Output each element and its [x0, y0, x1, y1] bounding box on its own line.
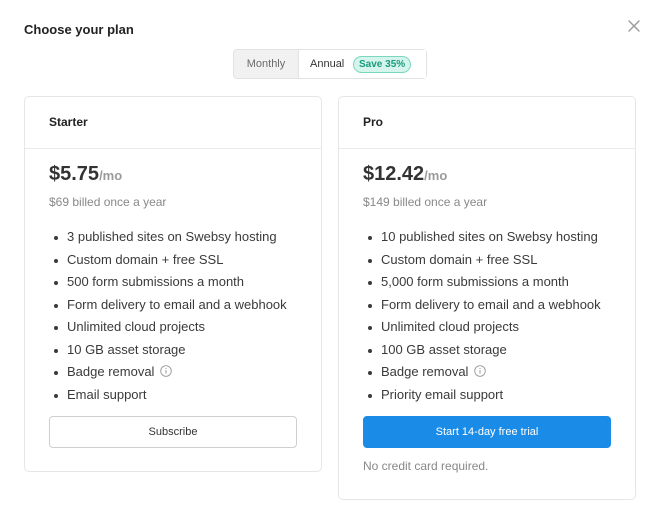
feature-label: Form delivery to email and a webhook [67, 296, 287, 312]
plan-modal: Choose your plan Monthly Annual Save 35%… [0, 0, 660, 522]
modal-title: Choose your plan [24, 22, 134, 37]
price-amount: $5.75 [49, 163, 100, 185]
price-period: /mo [99, 168, 123, 183]
price-amount: $12.42 [363, 163, 425, 185]
feature-list: 10 published sites on Swebsy hosting Cus… [363, 229, 601, 409]
feature-item: Form delivery to email and a webhook [49, 297, 287, 320]
feature-item: 3 published sites on Swebsy hosting [49, 229, 287, 252]
feature-label: 10 published sites on Swebsy hosting [381, 229, 598, 244]
feature-item: Unlimited cloud projects [363, 319, 601, 342]
plan-card-pro: Pro $12.42/mo $149 billed once a year 10… [338, 96, 636, 500]
feature-label: 500 form submissions a month [67, 274, 245, 289]
feature-list: 3 published sites on Swebsy hosting Cust… [49, 229, 287, 409]
billing-option-annual[interactable]: Annual Save 35% [298, 50, 426, 78]
feature-label: Custom domain + free SSL [67, 251, 224, 267]
feature-label: Unlimited cloud projects [67, 319, 206, 334]
plan-name: Pro [339, 97, 635, 149]
subscribe-button[interactable]: Subscribe [49, 416, 297, 448]
feature-label: Badge removal [67, 364, 155, 379]
feature-item: Priority email support [363, 387, 601, 410]
start-trial-button[interactable]: Start 14-day free trial [363, 416, 611, 448]
price-period: /mo [424, 168, 448, 183]
feature-item: Custom domain + free SSL [363, 252, 601, 275]
feature-item: 10 GB asset storage [49, 342, 287, 365]
feature-label: 10 GB asset storage [67, 341, 186, 357]
feature-label: 5,000 form submissions a month [381, 274, 569, 289]
trial-note: No credit card required. [363, 459, 489, 473]
info-icon[interactable] [474, 365, 487, 377]
billing-option-annual-label: Annual [310, 58, 345, 70]
feature-label: 100 GB asset storage [381, 341, 507, 357]
info-icon[interactable] [160, 365, 173, 377]
savings-badge: Save 35% [353, 56, 412, 73]
feature-item: Custom domain + free SSL [49, 252, 287, 275]
feature-label: Priority email support [381, 386, 504, 402]
plan-name: Starter [25, 97, 321, 149]
billing-note: $149 billed once a year [363, 195, 488, 209]
feature-label: Email support [67, 386, 147, 402]
plan-price: $12.42/mo [363, 163, 447, 186]
feature-label: 3 published sites on Swebsy hosting [67, 229, 277, 244]
feature-item: Badge removal [363, 364, 601, 387]
close-icon[interactable] [624, 16, 644, 36]
feature-item: Badge removal [49, 364, 287, 387]
feature-label: Form delivery to email and a webhook [381, 296, 601, 312]
feature-item: Form delivery to email and a webhook [363, 297, 601, 320]
feature-label: Badge removal [381, 364, 469, 379]
plan-card-starter: Starter $5.75/mo $69 billed once a year … [24, 96, 322, 472]
feature-item: 500 form submissions a month [49, 274, 287, 297]
plan-price: $5.75/mo [49, 163, 122, 186]
feature-item: Unlimited cloud projects [49, 319, 287, 342]
feature-item: 10 published sites on Swebsy hosting [363, 229, 601, 252]
feature-label: Custom domain + free SSL [381, 251, 538, 267]
billing-note: $69 billed once a year [49, 195, 167, 209]
feature-item: 5,000 form submissions a month [363, 274, 601, 297]
feature-label: Unlimited cloud projects [381, 319, 520, 334]
billing-toggle: Monthly Annual Save 35% [233, 49, 427, 79]
feature-item: Email support [49, 387, 287, 410]
billing-option-monthly[interactable]: Monthly [234, 50, 298, 78]
feature-item: 100 GB asset storage [363, 342, 601, 365]
